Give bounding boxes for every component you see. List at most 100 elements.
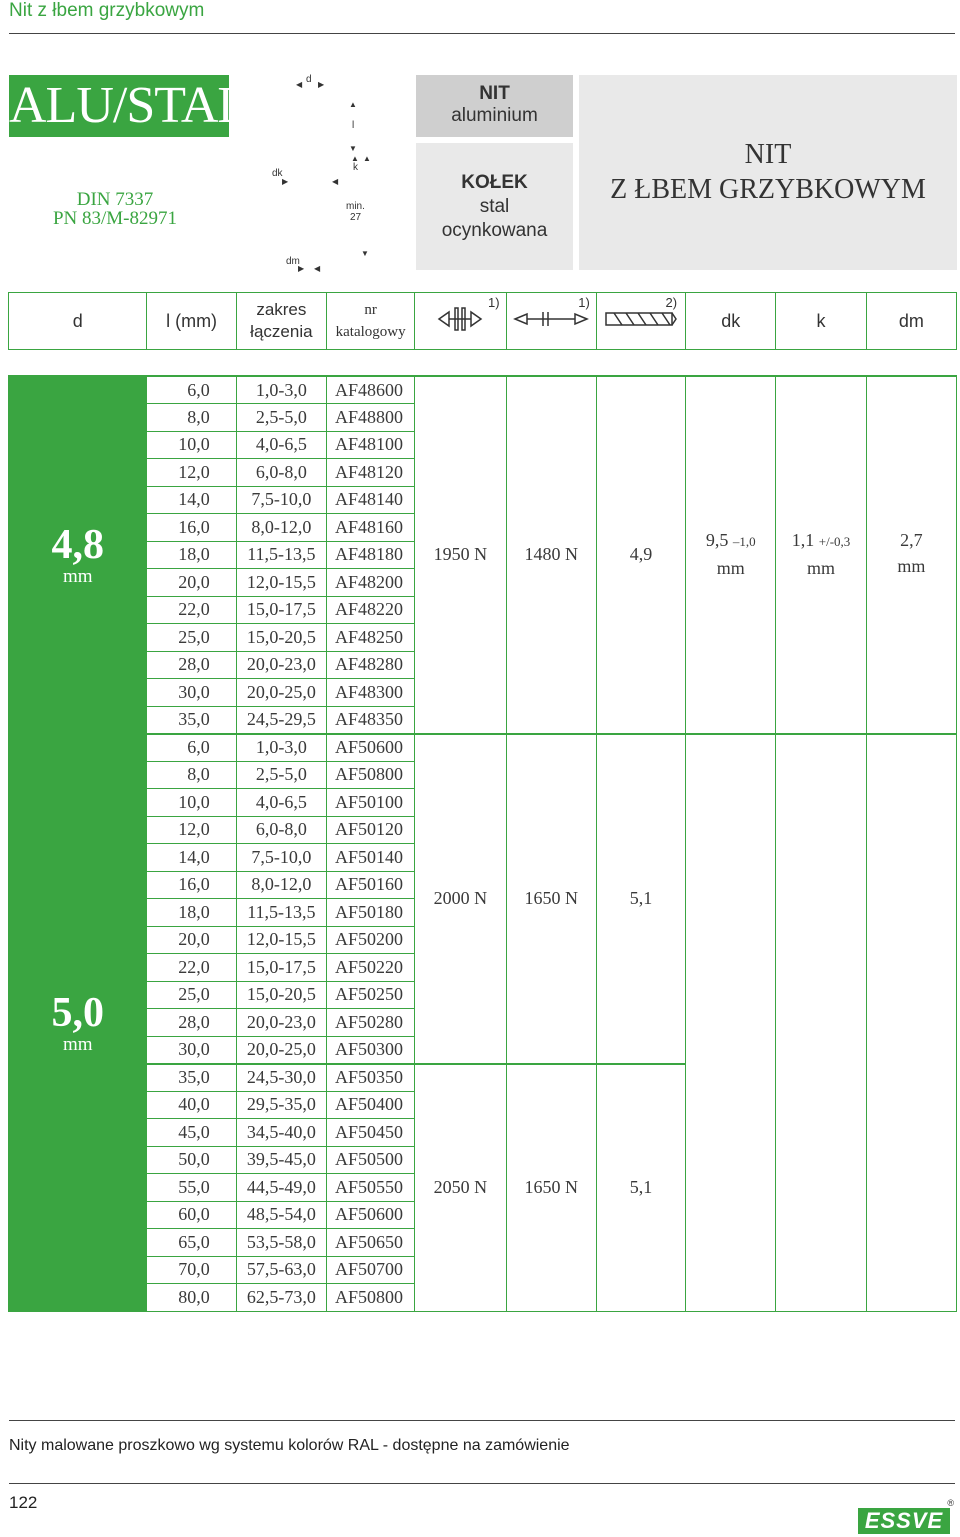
grip-range-cell: 34,5-40,0 [235, 1118, 328, 1147]
standard-din: DIN 7337 [76, 189, 154, 210]
arrow-right-icon: ▶ [282, 177, 289, 186]
length-cell: 16,0 [146, 513, 237, 542]
grip-range-cell: 7,5-10,0 [235, 843, 328, 872]
catalog-number-cell: AF50450 [325, 1118, 416, 1147]
length-cell: 14,0 [146, 485, 237, 514]
diameter-cell: 5,0 mm [7, 732, 148, 1312]
catalog-number-cell: AF50700 [325, 1255, 416, 1284]
grip-range-cell: 8,0-12,0 [235, 870, 328, 899]
footer-divider [9, 1420, 955, 1421]
catalog-number-cell: AF50600 [325, 1200, 416, 1229]
diagram-label-d: d [306, 74, 312, 85]
mandrel-diameter-cell-value: 2,7 [900, 530, 923, 550]
catalog-number-cell: AF48250 [325, 623, 416, 652]
grip-range-cell: 24,5-29,5 [235, 705, 328, 734]
grip-range-cell: 44,5-49,0 [235, 1173, 328, 1202]
grip-range-cell: 2,5-5,0 [235, 403, 328, 432]
length-cell: 6,0 [146, 732, 237, 762]
catalog-number-cell: AF48280 [325, 650, 416, 679]
drill-diameter-cell: 5,1 [595, 1062, 687, 1312]
length-cell: 35,0 [146, 1062, 237, 1092]
grip-range-cell: 20,0-25,0 [235, 1035, 328, 1064]
mandrel-diameter-cell [865, 732, 958, 1312]
head-diameter-cell-value: 9,5 –1,0 [705, 530, 756, 550]
grip-range-cell: 53,5-58,0 [235, 1228, 328, 1257]
grip-range-cell: 57,5-63,0 [235, 1255, 328, 1284]
catalog-number-cell: AF50100 [325, 788, 416, 817]
catalog-number-cell: AF50350 [325, 1062, 416, 1092]
grip-range-cell: 1,0-3,0 [235, 732, 328, 762]
length-cell: 28,0 [146, 1008, 237, 1037]
arrow-down-icon: ▼ [361, 249, 369, 258]
grip-range-cell: 15,0-17,5 [235, 953, 328, 982]
catalog-number-cell: AF48120 [325, 458, 416, 487]
grip-range-cell: 2,5-5,0 [235, 760, 328, 789]
mandrel-diameter-cell-unit: mm [897, 556, 926, 576]
length-cell: 6,0 [146, 375, 237, 404]
mandrel-material-box: KOŁEK stal ocynkowana [416, 143, 573, 270]
tensile-strength-cell: 1480 N [505, 375, 597, 734]
grip-range-cell: 20,0-23,0 [235, 650, 328, 679]
catalog-number-cell: AF50120 [325, 815, 416, 844]
catalog-number-cell: AF48350 [325, 705, 416, 734]
col-header-l: l (mm) [146, 292, 237, 350]
tensile-footnote: 1) [578, 295, 590, 310]
product-name-box: NIT Z ŁBEM GRZYBKOWYM [579, 75, 957, 270]
catalog-number-cell: AF48160 [325, 513, 416, 542]
grip-range-cell: 20,0-23,0 [235, 1008, 328, 1037]
drill-diameter-cell: 4,9 [595, 375, 687, 734]
head-diameter-cell-unit: mm [716, 558, 745, 578]
grip-range-cell: 15,0-20,5 [235, 623, 328, 652]
length-cell: 12,0 [146, 815, 237, 844]
catalog-number-cell: AF50200 [325, 925, 416, 954]
grip-range-cell: 48,5-54,0 [235, 1200, 328, 1229]
catalog-number-cell: AF48600 [325, 375, 416, 404]
bottom-divider [9, 1483, 955, 1484]
length-cell: 45,0 [146, 1118, 237, 1147]
mandrel-title: KOŁEK [461, 172, 528, 193]
grip-range-cell: 7,5-10,0 [235, 485, 328, 514]
grip-range-cell: 11,5-13,5 [235, 898, 328, 927]
rivet-material-title: NIT [479, 83, 510, 104]
length-cell: 8,0 [146, 403, 237, 432]
length-cell: 14,0 [146, 843, 237, 872]
grip-range-cell: 39,5-45,0 [235, 1145, 328, 1174]
head-diameter-cell [685, 732, 777, 1312]
tensile-strength-cell: 1650 N [505, 732, 597, 1064]
catalog-number-cell: AF50500 [325, 1145, 416, 1174]
catalog-number-cell: AF50160 [325, 870, 416, 899]
arrow-left-icon: ◀ [332, 177, 339, 186]
standard-pn: PN 83/M-82971 [52, 208, 178, 229]
shear-force-icon [438, 306, 483, 331]
table-row: 5,0 mm 6,0 1,0-3,0 AF50600 2000 N 1650 N 5,1 [7, 732, 958, 1312]
drill-footnote: 2) [665, 295, 678, 310]
length-cell: 25,0 [146, 980, 237, 1009]
grip-range-cell: 8,0-12,0 [235, 513, 328, 542]
mandrel-diameter-cell: 2,7 mm [865, 375, 958, 734]
catalog-number-cell: AF50300 [325, 1035, 416, 1064]
head-diameter-cell: 9,5 –1,0 mm [685, 375, 777, 734]
shear-footnote: 1) [487, 295, 500, 310]
grip-range-cell: 12,0-15,5 [235, 568, 328, 597]
arrow-up-icon: ▲ [349, 100, 357, 109]
shear-strength-cell: 2000 N [414, 732, 507, 1064]
length-cell: 10,0 [146, 430, 237, 459]
catalog-number-cell: AF50280 [325, 1008, 416, 1037]
rivet-material-value: aluminium [451, 105, 538, 126]
footer-note: Nity malowane proszkowo wg systemu kolor… [9, 1437, 570, 1454]
length-cell: 30,0 [146, 678, 237, 707]
diameter-cell: 4,8 mm [7, 375, 148, 734]
diagram-min-value: 27 [350, 212, 362, 223]
catalog-number-cell: AF50800 [325, 1283, 416, 1312]
col-header-tensile: 1) [505, 292, 597, 350]
arrow-up-icon: ▲ [363, 154, 371, 163]
length-cell: 28,0 [146, 650, 237, 679]
length-cell: 35,0 [146, 705, 237, 734]
col-header-catalog-line1: nr [364, 302, 377, 318]
grip-range-cell: 6,0-8,0 [235, 458, 328, 487]
length-cell: 16,0 [146, 870, 237, 899]
rivet-spec-table: 4,8 mm 6,0 1,0-3,0 AF48600 1950 N 1480 N 4,9 9,5… [7, 375, 958, 1312]
grip-range-cell: 15,0-20,5 [235, 980, 328, 1009]
page-title: Nit z łbem grzybkowym [9, 0, 205, 21]
shear-strength-cell: 1950 N [414, 375, 507, 734]
